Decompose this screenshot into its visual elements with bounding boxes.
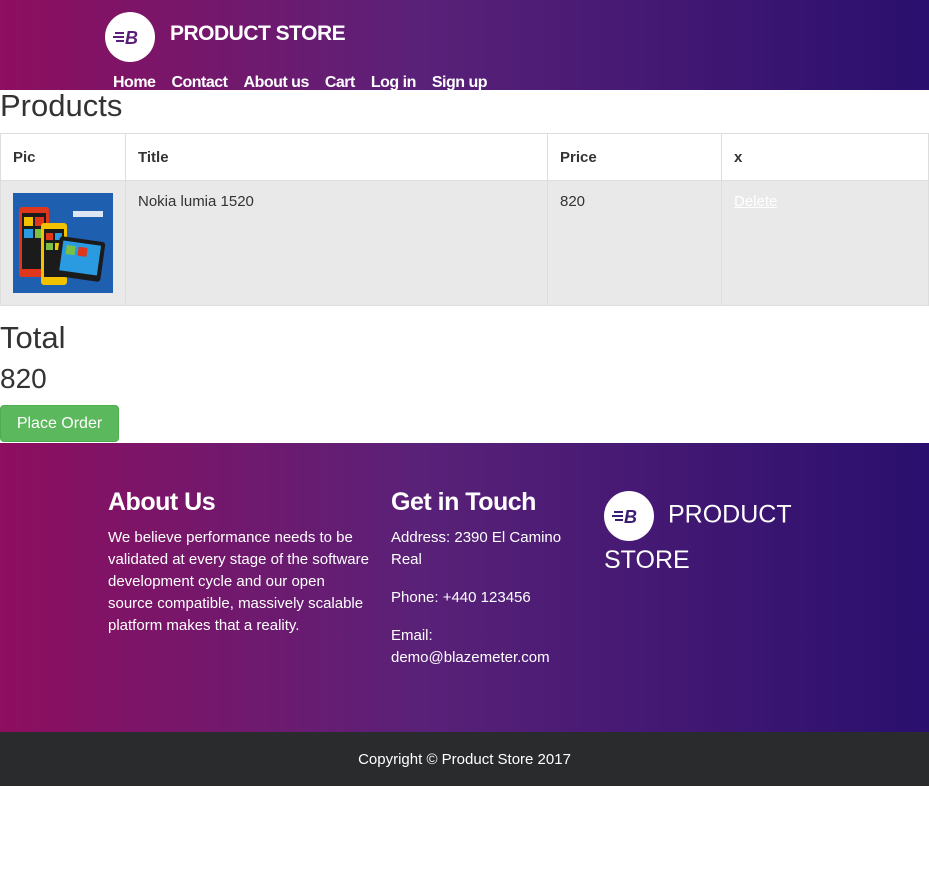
column-header-title: Title bbox=[125, 133, 548, 181]
product-action-cell: Delete bbox=[721, 180, 929, 306]
column-header-x: x bbox=[721, 133, 929, 181]
column-header-pic: Pic bbox=[0, 133, 126, 181]
copyright-text: Copyright © Product Store 2017 bbox=[358, 750, 571, 768]
contact-section: Get in Touch Address: 2390 El Camino Rea… bbox=[391, 488, 571, 685]
products-heading: Products bbox=[0, 88, 123, 123]
about-section: About Us We believe performance needs to… bbox=[108, 488, 370, 637]
contact-phone: Phone: +440 123456 bbox=[391, 589, 531, 606]
nav-contact[interactable]: Contact bbox=[171, 74, 228, 90]
footer: About Us We believe performance needs to… bbox=[0, 443, 929, 732]
main-nav: Home Contact About us Cart Log in Sign u… bbox=[113, 74, 488, 90]
total-value: 820 bbox=[0, 363, 47, 394]
product-pic-cell bbox=[0, 180, 126, 306]
contact-email: Email: demo@blazemeter.com bbox=[391, 625, 571, 669]
navbar: B PRODUCT STORE Home Contact About us Ca… bbox=[0, 0, 929, 90]
contact-address: Address: 2390 El Camino Real bbox=[391, 529, 562, 568]
product-image bbox=[13, 193, 113, 293]
nav-cart[interactable]: Cart bbox=[325, 74, 356, 90]
footer-brand: B PRODUCT STORE bbox=[604, 491, 824, 580]
about-text: We believe performance needs to be valid… bbox=[108, 529, 369, 634]
delete-link[interactable]: Delete bbox=[734, 193, 777, 210]
footer-logo-icon: B bbox=[604, 491, 654, 541]
place-order-button[interactable]: Place Order bbox=[0, 405, 119, 442]
about-title: About Us bbox=[108, 488, 216, 516]
nav-about-us[interactable]: About us bbox=[244, 74, 310, 90]
brand-logo-icon[interactable]: B bbox=[105, 12, 155, 62]
copyright-bar: Copyright © Product Store 2017 bbox=[0, 732, 929, 786]
table-row: Nokia lumia 1520 820 Delete bbox=[0, 180, 929, 306]
total-heading: Total bbox=[0, 320, 66, 355]
brand-name[interactable]: PRODUCT STORE bbox=[170, 22, 346, 46]
cart-table: Pic Title Price x Nokia lumia 1520 820 D… bbox=[0, 133, 929, 306]
product-title-cell: Nokia lumia 1520 bbox=[125, 180, 548, 306]
email-label: Email: bbox=[391, 627, 433, 644]
contact-title: Get in Touch bbox=[391, 488, 536, 516]
svg-text:B: B bbox=[624, 507, 637, 526]
svg-text:B: B bbox=[125, 28, 138, 47]
nav-log-in[interactable]: Log in bbox=[371, 74, 416, 90]
product-price-cell: 820 bbox=[547, 180, 722, 306]
column-header-price: Price bbox=[547, 133, 722, 181]
table-header-row: Pic Title Price x bbox=[0, 133, 929, 181]
nav-sign-up[interactable]: Sign up bbox=[432, 74, 488, 90]
email-value: demo@blazemeter.com bbox=[391, 649, 550, 666]
